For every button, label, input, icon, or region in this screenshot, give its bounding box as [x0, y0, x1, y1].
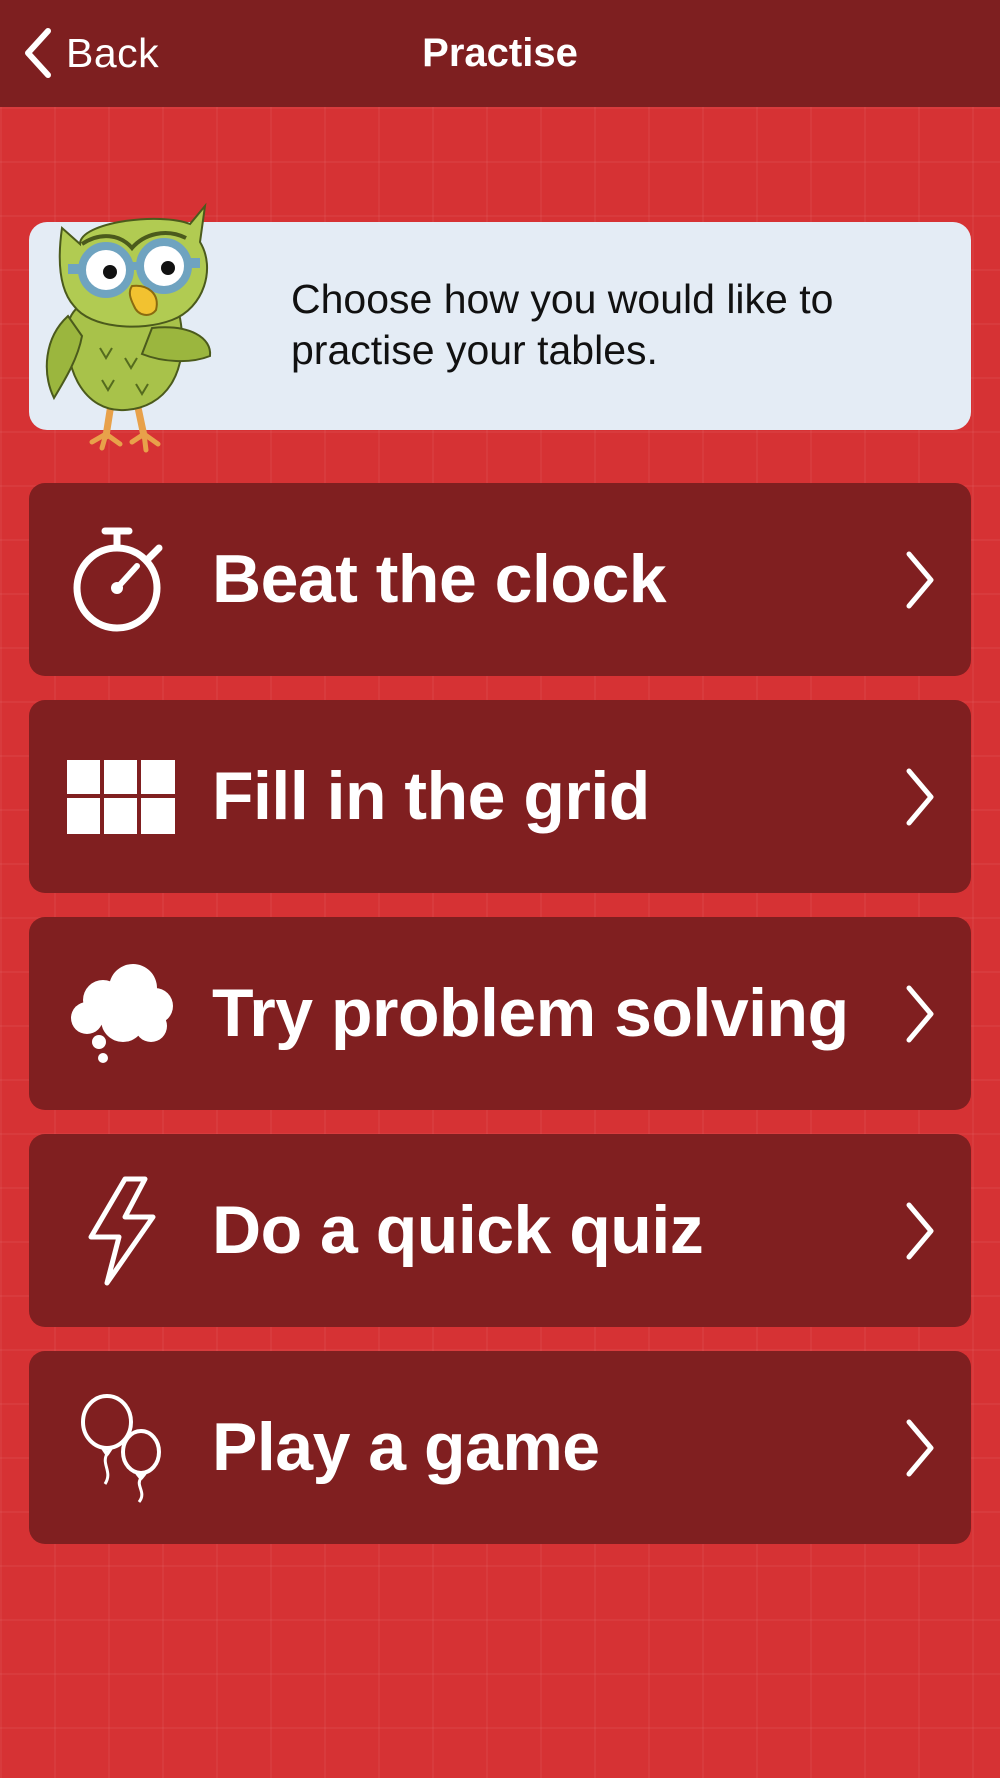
menu-item-label: Do a quick quiz	[212, 1192, 704, 1268]
balloons-icon	[81, 1393, 161, 1503]
stopwatch-icon	[73, 527, 163, 631]
menu-item-label: Try problem solving	[212, 975, 849, 1051]
lightning-bolt-icon	[88, 1176, 156, 1285]
menu-item-label: Beat the clock	[212, 541, 667, 617]
page-title: Practise	[422, 31, 578, 75]
practice-menu: Beat the clock Fill in the grid Try prob…	[29, 483, 971, 1568]
chevron-right-icon	[906, 1202, 934, 1259]
chevron-right-icon	[906, 985, 934, 1042]
chevron-right-icon	[906, 1419, 934, 1476]
thought-cloud-icon	[71, 963, 173, 1063]
menu-item-play-a-game[interactable]: Play a game	[29, 1351, 971, 1544]
grid-icon	[67, 759, 175, 834]
navigation-bar: Back Practise	[0, 0, 1000, 107]
chevron-right-icon	[906, 768, 934, 825]
menu-item-fill-in-the-grid[interactable]: Fill in the grid	[29, 700, 971, 893]
intro-text: Choose how you would like to practise yo…	[291, 276, 834, 373]
menu-item-try-problem-solving[interactable]: Try problem solving	[29, 917, 971, 1110]
menu-item-do-a-quick-quiz[interactable]: Do a quick quiz	[29, 1134, 971, 1327]
owl-mascot-image	[45, 202, 212, 453]
menu-item-label: Play a game	[212, 1409, 600, 1485]
menu-item-beat-the-clock[interactable]: Beat the clock	[29, 483, 971, 676]
chevron-right-icon	[906, 551, 934, 608]
menu-item-label: Fill in the grid	[212, 758, 650, 834]
